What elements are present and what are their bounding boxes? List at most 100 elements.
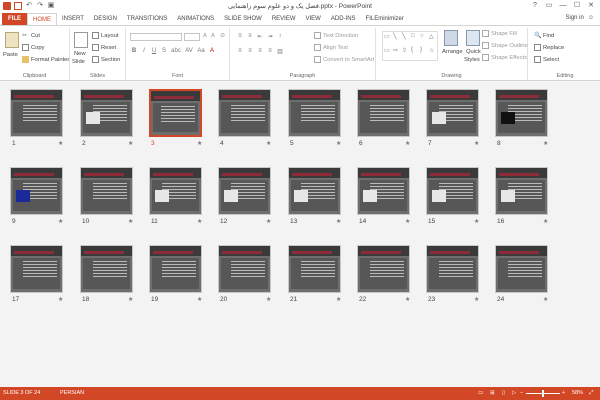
slide-thumbnail[interactable]: [426, 245, 479, 293]
slide-transition-star-icon[interactable]: ★: [266, 140, 271, 147]
shape-fill-button[interactable]: Shape Fill: [482, 30, 517, 37]
slide-transition-star-icon[interactable]: ★: [336, 296, 341, 303]
slide-transition-star-icon[interactable]: ★: [543, 140, 548, 147]
slide-thumbnail[interactable]: [495, 167, 548, 215]
slide-thumbnail[interactable]: [426, 167, 479, 215]
slide-thumbnail[interactable]: [288, 167, 341, 215]
slide-thumbnail[interactable]: [149, 89, 202, 137]
paste-icon[interactable]: [5, 32, 19, 48]
zoom-level[interactable]: 58%: [572, 390, 583, 396]
line-spacing-icon[interactable]: ↕: [276, 33, 284, 40]
change-case-button[interactable]: Aa: [196, 48, 206, 54]
center-icon[interactable]: ≡: [246, 48, 254, 55]
shape-outline-button[interactable]: Shape Outline: [482, 42, 528, 49]
shape-effects-button[interactable]: Shape Effects: [482, 54, 527, 61]
shape-oval-icon[interactable]: ○: [420, 33, 428, 46]
slide-thumbnail[interactable]: [218, 245, 271, 293]
bold-button[interactable]: B: [130, 48, 138, 54]
zoom-in-button[interactable]: +: [562, 390, 565, 396]
grow-font-button[interactable]: A: [203, 33, 207, 39]
slide-transition-star-icon[interactable]: ★: [197, 218, 202, 225]
tab-design[interactable]: DESIGN: [89, 13, 122, 25]
smiley-feedback-icon[interactable]: ☺: [588, 15, 594, 21]
paste-button[interactable]: Paste: [3, 52, 18, 58]
minimize-button[interactable]: —: [556, 0, 570, 11]
slide-thumbnail[interactable]: [495, 245, 548, 293]
tab-slide-show[interactable]: SLIDE SHOW: [219, 13, 267, 25]
shape-arrow-icon[interactable]: ⇨: [393, 47, 401, 60]
shadow-button[interactable]: S: [160, 48, 168, 54]
slide-transition-star-icon[interactable]: ★: [128, 140, 133, 147]
slide-transition-star-icon[interactable]: ★: [543, 218, 548, 225]
slide-thumbnail[interactable]: [10, 89, 63, 137]
shape-line-icon[interactable]: ╲: [393, 33, 401, 46]
ribbon-display-options-button[interactable]: ▭: [542, 0, 556, 11]
slide-transition-star-icon[interactable]: ★: [474, 296, 479, 303]
slide-transition-star-icon[interactable]: ★: [58, 140, 63, 147]
shape-star-icon[interactable]: ☆: [429, 47, 437, 60]
new-slide-icon[interactable]: [74, 32, 88, 48]
increase-indent-icon[interactable]: ⇥: [266, 33, 274, 40]
slide-thumbnail[interactable]: [218, 167, 271, 215]
underline-button[interactable]: U: [150, 48, 158, 54]
slide-transition-star-icon[interactable]: ★: [474, 140, 479, 147]
normal-view-icon[interactable]: ▭: [478, 390, 483, 396]
slide-thumbnail[interactable]: [10, 167, 63, 215]
slide-thumbnail[interactable]: [80, 245, 133, 293]
slide-thumbnail[interactable]: [288, 245, 341, 293]
shape-arrow-icon[interactable]: ⇧: [402, 47, 410, 60]
slideshow-view-icon[interactable]: ▷: [512, 390, 516, 396]
text-direction-button[interactable]: Text Direction: [314, 32, 358, 39]
copy-button[interactable]: Copy: [22, 44, 45, 51]
columns-icon[interactable]: ▥: [276, 48, 284, 55]
shape-textbox-icon[interactable]: ▭: [384, 33, 392, 46]
reset-button[interactable]: Reset: [92, 44, 116, 51]
slide-thumbnail[interactable]: [495, 89, 548, 137]
select-button[interactable]: Select: [534, 56, 559, 63]
find-button[interactable]: 🔍 Find: [534, 32, 554, 40]
tab-add-ins[interactable]: ADD-INS: [326, 13, 361, 25]
sign-in-link[interactable]: Sign in: [566, 15, 584, 21]
slide-transition-star-icon[interactable]: ★: [197, 296, 202, 303]
close-button[interactable]: ✕: [584, 0, 598, 11]
shape-rectangle-icon[interactable]: □: [411, 33, 419, 46]
decrease-indent-icon[interactable]: ⇤: [256, 33, 264, 40]
layout-button[interactable]: Layout: [92, 32, 118, 39]
shape-triangle-icon[interactable]: △: [429, 33, 437, 46]
arrange-button[interactable]: Arrange: [442, 49, 463, 55]
new-slide-button[interactable]: New: [74, 51, 86, 57]
tab-insert[interactable]: INSERT: [57, 13, 89, 25]
slide-transition-star-icon[interactable]: ★: [197, 140, 202, 147]
slide-transition-star-icon[interactable]: ★: [336, 218, 341, 225]
new-slide-label[interactable]: Slide: [72, 59, 85, 65]
slide-thumbnail[interactable]: [357, 89, 410, 137]
slide-thumbnail[interactable]: [149, 167, 202, 215]
slide-transition-star-icon[interactable]: ★: [128, 218, 133, 225]
character-spacing-button[interactable]: AV: [184, 48, 194, 54]
shapes-gallery[interactable]: ▭ ╲ ╲ □ ○ △ ▭ ⇨ ⇧{} ☆: [382, 31, 438, 61]
replace-button[interactable]: Replace: [534, 44, 564, 51]
zoom-out-button[interactable]: −: [520, 390, 523, 396]
slide-transition-star-icon[interactable]: ★: [58, 296, 63, 303]
format-painter-button[interactable]: Format Painter: [22, 56, 69, 63]
slide-transition-star-icon[interactable]: ★: [128, 296, 133, 303]
quick-styles-button[interactable]: Quick: [466, 49, 481, 55]
language-status[interactable]: PERSIAN: [60, 390, 84, 396]
slide-transition-star-icon[interactable]: ★: [474, 218, 479, 225]
slide-transition-star-icon[interactable]: ★: [543, 296, 548, 303]
slide-thumbnail[interactable]: [218, 89, 271, 137]
strikethrough-button[interactable]: abc: [170, 48, 182, 54]
help-button[interactable]: ?: [528, 0, 542, 11]
slide-transition-star-icon[interactable]: ★: [405, 296, 410, 303]
quick-styles-label[interactable]: Styles: [464, 57, 480, 63]
cut-button[interactable]: ✂ Cut: [22, 32, 40, 40]
tab-transitions[interactable]: TRANSITIONS: [122, 13, 172, 25]
slide-thumbnail[interactable]: [80, 167, 133, 215]
shrink-font-button[interactable]: A: [211, 33, 215, 39]
slide-transition-star-icon[interactable]: ★: [266, 218, 271, 225]
slide-transition-star-icon[interactable]: ★: [405, 140, 410, 147]
bullets-icon[interactable]: ≡: [236, 33, 244, 40]
tab-fileminimizer[interactable]: FILEminimizer: [361, 13, 409, 25]
numbering-icon[interactable]: ≡: [246, 33, 254, 40]
slide-thumbnail[interactable]: [149, 245, 202, 293]
